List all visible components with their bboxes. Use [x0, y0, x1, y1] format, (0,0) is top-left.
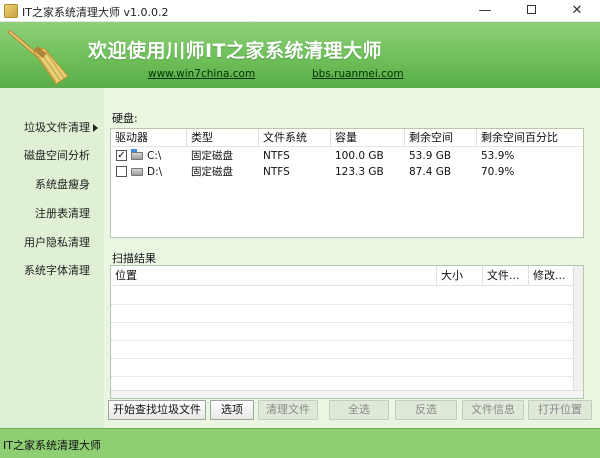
file-info-button[interactable]: 文件信息: [462, 400, 524, 420]
sidebar-item-label: 系统盘瘦身: [35, 178, 90, 191]
drive-filesystem: NTFS: [263, 150, 290, 162]
sidebar-item-label: 磁盘空间分析: [24, 149, 90, 162]
column-drive[interactable]: 驱动器: [111, 129, 187, 147]
invert-selection-button[interactable]: 反选: [395, 400, 457, 420]
drive-list[interactable]: 驱动器 类型 文件系统 容量 剩余空间 剩余空间百分比 ✓ C:\ 固定磁盘 N…: [110, 128, 584, 238]
sidebar-item-label: 注册表清理: [35, 207, 90, 220]
drive-capacity: 123.3 GB: [335, 166, 384, 178]
app-icon: [4, 4, 18, 18]
maximize-icon: [526, 5, 536, 14]
grid-line: [111, 358, 583, 359]
drive-checkbox-c[interactable]: ✓: [116, 150, 127, 161]
options-button[interactable]: 选项: [210, 400, 254, 420]
grid-line: [111, 322, 583, 323]
sidebar-item-system-slim[interactable]: 系统盘瘦身: [35, 176, 90, 192]
active-arrow-icon: [93, 124, 98, 132]
column-free-percent[interactable]: 剩余空间百分比: [477, 129, 583, 147]
drive-free: 53.9 GB: [409, 150, 452, 162]
broom-icon: [8, 30, 69, 85]
status-text: IT之家系统清理大师: [3, 439, 101, 452]
open-location-button[interactable]: 打开位置: [528, 400, 592, 420]
results-label: 扫描结果: [112, 252, 156, 265]
drive-filesystem: NTFS: [263, 166, 290, 178]
minimize-button[interactable]: —: [462, 0, 508, 22]
drive-icon: [131, 168, 143, 176]
status-bar: IT之家系统清理大师: [0, 428, 600, 458]
drive-type: 固定磁盘: [191, 150, 233, 162]
sidebar-item-junk-cleanup[interactable]: 垃圾文件清理: [24, 119, 98, 135]
drive-type: 固定磁盘: [191, 166, 233, 178]
column-filesystem[interactable]: 文件系统: [259, 129, 331, 147]
drive-checkbox-d[interactable]: [116, 166, 127, 177]
results-horizontal-scrollbar[interactable]: [111, 390, 583, 398]
title-bar: IT之家系统清理大师 v1.0.0.2 — ✕: [0, 0, 600, 22]
drive-icon: [131, 152, 143, 160]
sidebar-item-fonts[interactable]: 系统字体清理: [24, 262, 90, 278]
sidebar-item-disk-analysis[interactable]: 磁盘空间分析: [24, 147, 90, 163]
start-scan-button[interactable]: 开始查找垃圾文件: [108, 400, 206, 420]
drive-free: 87.4 GB: [409, 166, 452, 178]
column-capacity[interactable]: 容量: [331, 129, 405, 147]
sidebar-item-label: 垃圾文件清理: [24, 121, 90, 134]
website-link[interactable]: www.win7china.com: [148, 68, 255, 80]
header-title: 欢迎使用川师IT之家系统清理大师: [88, 40, 383, 62]
column-modified[interactable]: 修改...: [529, 266, 575, 286]
drive-free-percent: 53.9%: [481, 150, 515, 162]
column-type[interactable]: 类型: [187, 129, 259, 147]
sidebar-item-label: 系统字体清理: [24, 264, 90, 277]
main-panel: 硬盘: 驱动器 类型 文件系统 容量 剩余空间 剩余空间百分比 ✓ C:\ 固定…: [104, 88, 600, 428]
scan-results-list[interactable]: 位置 大小 文件... 修改...: [110, 265, 584, 399]
drive-letter: C:\: [147, 150, 162, 162]
drive-letter: D:\: [147, 166, 163, 178]
header-banner: 欢迎使用川师IT之家系统清理大师 www.win7china.com bbs.r…: [0, 22, 600, 88]
grid-line: [111, 340, 583, 341]
sidebar: 垃圾文件清理 磁盘空间分析 系统盘瘦身 注册表清理 用户隐私清理 系统字体清理: [0, 88, 104, 428]
clean-files-button[interactable]: 清理文件: [258, 400, 318, 420]
grid-line: [111, 376, 583, 377]
column-location[interactable]: 位置: [111, 266, 437, 286]
drive-list-header: 驱动器 类型 文件系统 容量 剩余空间 剩余空间百分比: [111, 129, 583, 147]
sidebar-item-registry[interactable]: 注册表清理: [35, 205, 90, 221]
column-free[interactable]: 剩余空间: [405, 129, 477, 147]
sidebar-item-privacy[interactable]: 用户隐私清理: [24, 234, 90, 250]
close-button[interactable]: ✕: [554, 0, 600, 22]
maximize-button[interactable]: [508, 0, 554, 22]
select-all-button[interactable]: 全选: [329, 400, 389, 420]
disks-label: 硬盘:: [112, 112, 138, 125]
results-vertical-scrollbar[interactable]: [573, 266, 583, 398]
grid-line: [111, 304, 583, 305]
sidebar-item-label: 用户隐私清理: [24, 236, 90, 249]
drive-row-c[interactable]: ✓ C:\ 固定磁盘 NTFS 100.0 GB 53.9 GB 53.9%: [111, 148, 583, 164]
window-title: IT之家系统清理大师 v1.0.0.2: [22, 6, 169, 19]
column-file-type[interactable]: 文件...: [483, 266, 529, 286]
results-list-header: 位置 大小 文件... 修改...: [111, 266, 583, 286]
drive-capacity: 100.0 GB: [335, 150, 384, 162]
drive-row-d[interactable]: D:\ 固定磁盘 NTFS 123.3 GB 87.4 GB 70.9%: [111, 164, 583, 180]
drive-free-percent: 70.9%: [481, 166, 515, 178]
forum-link[interactable]: bbs.ruanmei.com: [312, 68, 404, 80]
column-size[interactable]: 大小: [437, 266, 483, 286]
